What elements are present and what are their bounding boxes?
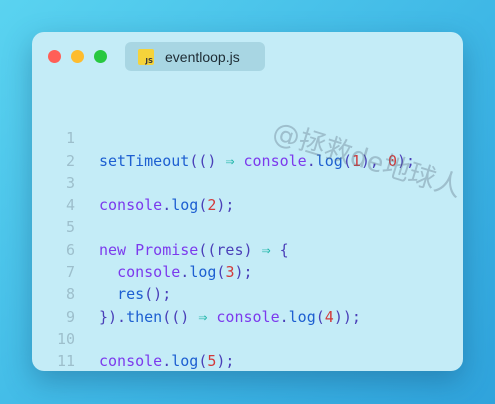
code-line: 3 console.log(2); xyxy=(32,150,463,214)
code-line: 7 res(); xyxy=(32,239,463,303)
code-area[interactable]: 1 setTimeout(() ⇒ console.log(1), 0); 2 … xyxy=(32,105,463,370)
code-line: 11 xyxy=(32,328,463,370)
file-tab-label: eventloop.js xyxy=(165,48,240,65)
code-line: 6 console.log(3); xyxy=(32,216,463,281)
code-line: 8 }).then(() ⇒ console.log(4)); xyxy=(32,261,463,325)
minimize-dot-icon[interactable] xyxy=(71,50,84,63)
code-line: 5 new Promise((res) ⇒ { xyxy=(32,194,463,258)
code-token: ); xyxy=(216,352,235,371)
code-line: 2 xyxy=(32,127,463,170)
js-file-icon xyxy=(138,48,154,65)
editor-window: eventloop.js 1 setTimeout(() ⇒ console.l… xyxy=(32,32,463,371)
code-line: 9 xyxy=(32,283,463,326)
code-line: 10 console.log(5); xyxy=(32,306,463,370)
code-token: . xyxy=(162,352,172,371)
code-line: 4 xyxy=(32,172,463,214)
close-dot-icon[interactable] xyxy=(48,50,61,63)
line-number: 11 xyxy=(56,352,75,371)
code-text: console.log(5); xyxy=(99,350,234,371)
file-tab[interactable]: eventloop.js xyxy=(125,42,265,71)
code-token: console xyxy=(99,352,163,371)
code-token: log xyxy=(171,352,199,371)
code-line: 1 setTimeout(() ⇒ console.log(1), 0); xyxy=(32,105,463,169)
maximize-dot-icon[interactable] xyxy=(94,50,107,63)
